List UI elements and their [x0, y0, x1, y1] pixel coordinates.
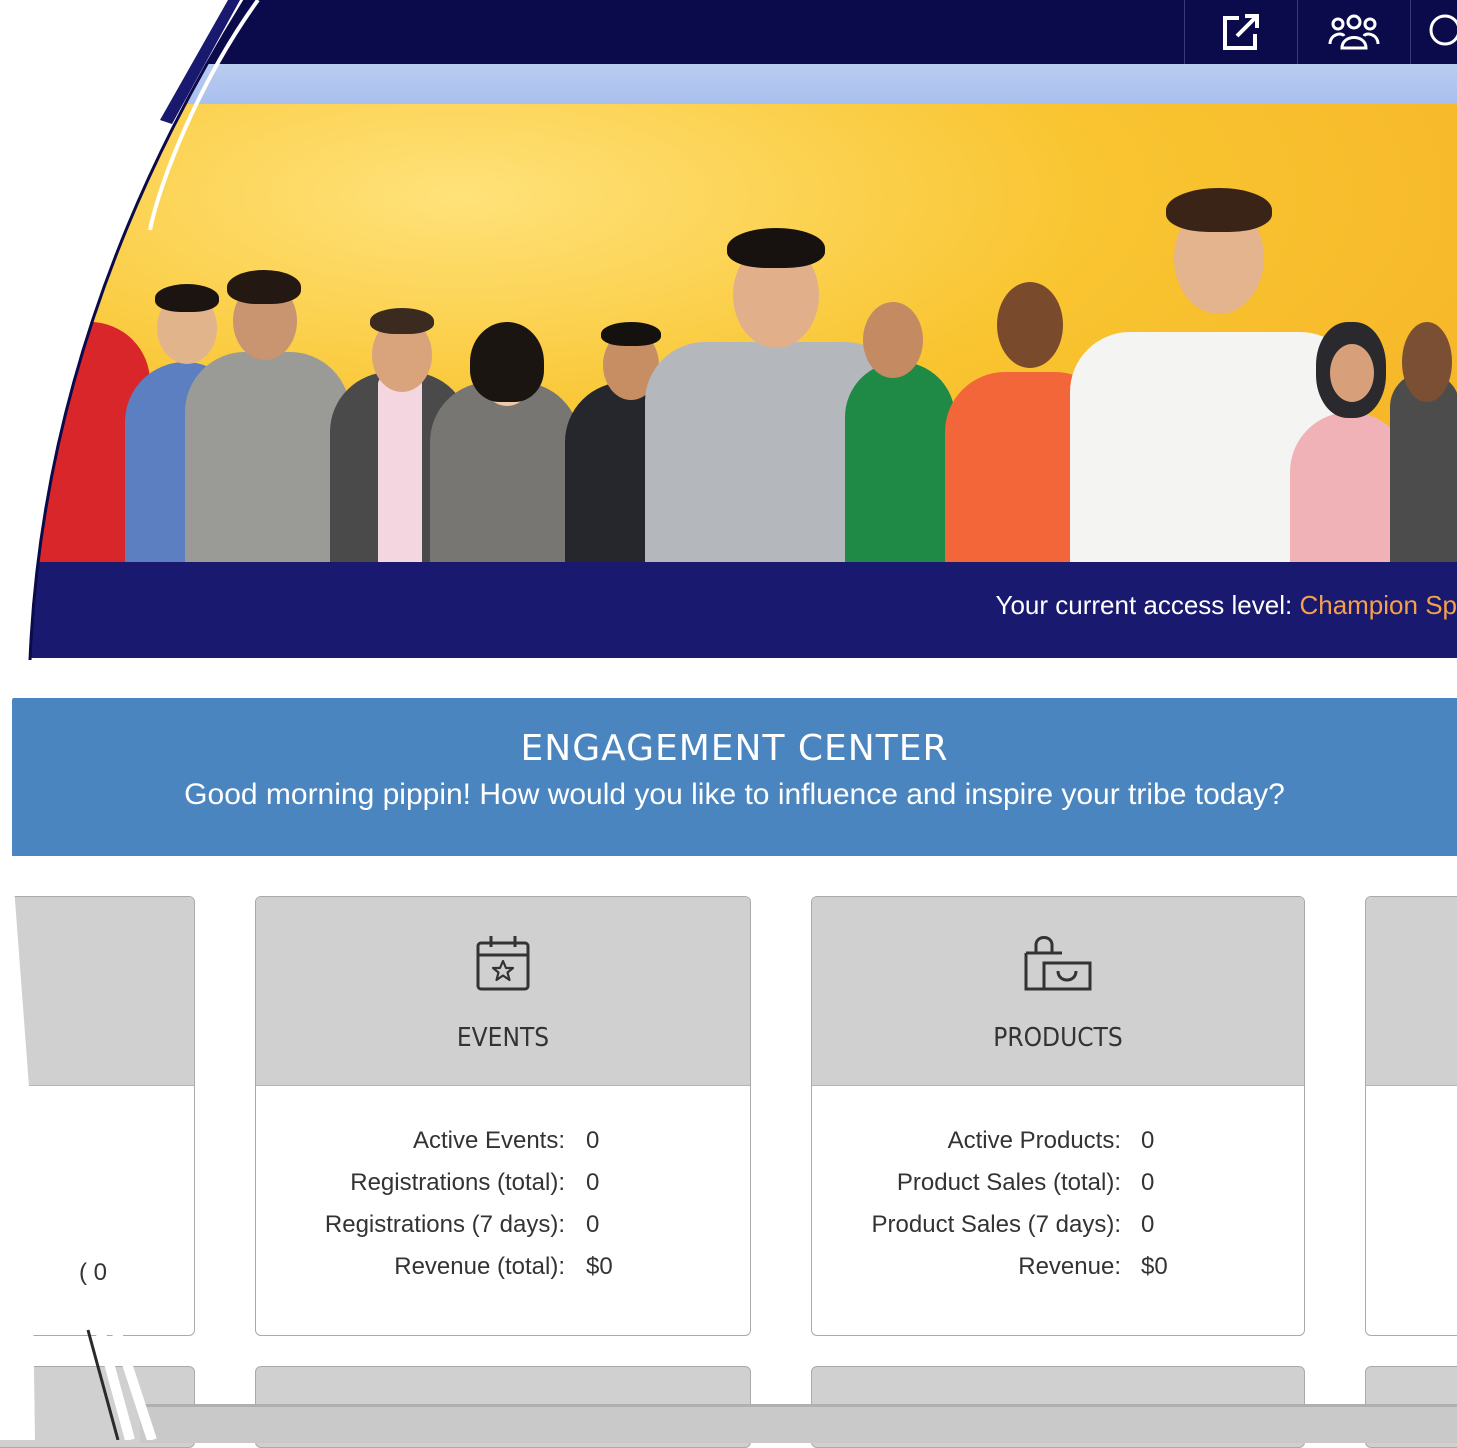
- stat-label: Registrations (total):: [350, 1169, 565, 1196]
- person-figure: [430, 272, 580, 562]
- partial-card-left[interactable]: ( 0: [0, 896, 195, 1336]
- person-figure: [175, 242, 355, 562]
- stat-value: 0: [586, 1127, 600, 1154]
- stat-row: Active Events: 0: [256, 1127, 750, 1169]
- person-figure: [1390, 282, 1457, 562]
- stat-row: Revenue (total): $0: [256, 1253, 750, 1295]
- card-header: [0, 897, 194, 1086]
- products-stats: Active Products: 0 Product Sales (total)…: [812, 1127, 1304, 1295]
- person-figure: [825, 262, 965, 562]
- stat-label: Registrations (7 days):: [324, 1211, 565, 1238]
- products-card[interactable]: PRODUCTS Active Products: 0 Product Sale…: [811, 896, 1305, 1336]
- search-button[interactable]: [1410, 0, 1457, 64]
- stat-label: Product Sales (total):: [896, 1169, 1121, 1196]
- top-navbar: [0, 0, 1457, 64]
- stat-label: Active Products:: [947, 1127, 1121, 1154]
- stat-label: Revenue:: [1018, 1253, 1121, 1280]
- bottom-scrollbar[interactable]: [140, 1404, 1457, 1443]
- stat-label: Active Events:: [412, 1127, 565, 1154]
- external-link-icon: [1223, 14, 1259, 50]
- card-header: [1366, 897, 1457, 1086]
- stat-value: 0: [1141, 1169, 1155, 1196]
- shopping-bag-icon: [1024, 936, 1092, 991]
- stat-row: Product Sales (total): 0: [812, 1169, 1304, 1211]
- stat-row: Product Sales (7 days): 0: [812, 1211, 1304, 1253]
- partial-card-right[interactable]: [1365, 896, 1457, 1336]
- products-card-header: PRODUCTS: [812, 897, 1304, 1086]
- stat-value: 0: [586, 1211, 600, 1238]
- external-link-button[interactable]: [1184, 0, 1297, 64]
- stat-row: Registrations (total): 0: [256, 1169, 750, 1211]
- calendar-star-icon: [476, 936, 530, 991]
- stat-value: 0: [1141, 1127, 1155, 1154]
- events-card[interactable]: EVENTS Active Events: 0 Registrations (t…: [255, 896, 751, 1336]
- engagement-center-header: ENGAGEMENT CENTER Good morning pippin! H…: [12, 698, 1457, 856]
- access-level-value[interactable]: Champion Sp: [1299, 590, 1457, 620]
- engagement-greeting: Good morning pippin! How would you like …: [184, 778, 1285, 811]
- hero-banner-image: [30, 104, 1457, 562]
- partial-card-value: ( 0: [79, 1259, 108, 1286]
- access-level-text: Your current access level: Champion Sp: [995, 590, 1457, 621]
- events-card-header: EVENTS: [256, 897, 750, 1086]
- stat-label: Product Sales (7 days):: [871, 1211, 1121, 1238]
- users-button[interactable]: [1297, 0, 1410, 64]
- stat-value: $0: [1141, 1253, 1168, 1280]
- events-card-title: EVENTS: [456, 1023, 550, 1053]
- stat-value: 0: [586, 1169, 600, 1196]
- stat-value: $0: [586, 1253, 613, 1280]
- search-icon: [1429, 14, 1457, 46]
- engagement-title: ENGAGEMENT CENTER: [520, 728, 949, 769]
- stat-row: Active Products: 0: [812, 1127, 1304, 1169]
- products-card-title: PRODUCTS: [993, 1023, 1123, 1053]
- stat-row: Registrations (7 days): 0: [256, 1211, 750, 1253]
- sub-navbar: [0, 64, 1457, 104]
- events-stats: Active Events: 0 Registrations (total): …: [256, 1127, 750, 1295]
- stat-row: Revenue: $0: [812, 1253, 1304, 1295]
- access-level-prefix: Your current access level:: [995, 590, 1300, 620]
- users-icon: [1328, 14, 1380, 50]
- access-level-bar: Your current access level: Champion Sp: [30, 562, 1457, 658]
- stat-label: Revenue (total):: [394, 1253, 565, 1280]
- stat-value: 0: [1141, 1211, 1155, 1238]
